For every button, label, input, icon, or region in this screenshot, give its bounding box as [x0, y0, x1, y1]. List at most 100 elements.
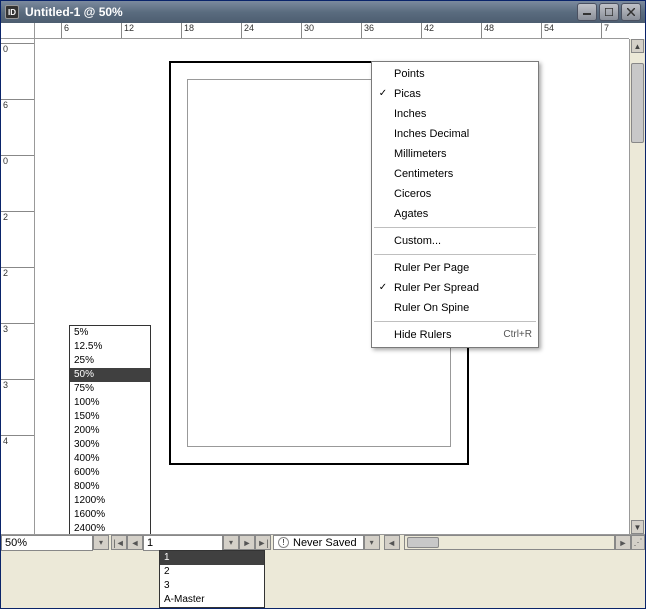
ruler-tick: 36 [361, 23, 374, 39]
horizontal-scroll-thumb[interactable] [407, 537, 439, 548]
scroll-up-arrow-icon[interactable]: ▲ [631, 39, 644, 53]
ruler-tick: 6 [1, 99, 35, 110]
prev-page-button[interactable]: ◄ [127, 535, 143, 550]
menu-item[interactable]: Points [372, 64, 538, 84]
ruler-tick: 3 [1, 323, 35, 334]
menu-item-label: Inches [390, 104, 532, 124]
maximize-button[interactable] [599, 3, 619, 21]
menu-item-label: Points [390, 64, 532, 84]
zoom-option[interactable]: 600% [70, 466, 150, 480]
ruler-tick: 18 [181, 23, 194, 39]
menu-item-label: Picas [390, 84, 532, 104]
app-icon: ID [5, 5, 19, 19]
menu-item-label: Millimeters [390, 144, 532, 164]
menu-item[interactable]: Agates [372, 204, 538, 224]
ruler-tick: 54 [541, 23, 554, 39]
page-option[interactable]: 3 [160, 579, 264, 593]
resize-grip-icon[interactable]: ⋰ [631, 535, 645, 550]
workspace: 612182430364248547 06022334 5%12.5%25%50… [1, 23, 645, 534]
menu-item-label: Ruler On Spine [390, 298, 532, 318]
menu-item[interactable]: Inches [372, 104, 538, 124]
zoom-option[interactable]: 300% [70, 438, 150, 452]
zoom-option[interactable]: 150% [70, 410, 150, 424]
vertical-ruler[interactable]: 0 6 0 2 2 3 3 4 [1, 39, 35, 534]
first-page-button[interactable]: |◄ [111, 535, 127, 550]
ruler-tick: 2 [1, 267, 35, 278]
menu-item-label: Inches Decimal [390, 124, 532, 144]
menu-item[interactable]: Inches Decimal [372, 124, 538, 144]
zoom-option[interactable]: 75% [70, 382, 150, 396]
zoom-level-dropdown[interactable]: 5%12.5%25%50%75%100%150%200%300%400%600%… [69, 325, 151, 534]
ruler-tick: 2 [1, 211, 35, 222]
ruler-tick: 3 [1, 379, 35, 390]
menu-item[interactable]: Ruler Per Page [372, 258, 538, 278]
zoom-option[interactable]: 50% [70, 368, 150, 382]
scroll-down-arrow-icon[interactable]: ▼ [631, 520, 644, 534]
menu-item-label: Ciceros [390, 184, 532, 204]
ruler-tick: 48 [481, 23, 494, 39]
zoom-option[interactable]: 12.5% [70, 340, 150, 354]
warning-icon: ! [278, 537, 289, 548]
menu-shortcut: Ctrl+R [503, 325, 532, 345]
menu-item-label: Ruler Per Spread [390, 278, 532, 298]
page-dropdown-button[interactable]: ▾ [223, 535, 239, 550]
zoom-dropdown-button[interactable]: ▾ [93, 535, 109, 550]
menu-item-label: Agates [390, 204, 532, 224]
save-status-label: Never Saved [293, 537, 357, 549]
minimize-button[interactable] [577, 3, 597, 21]
ruler-tick: 12 [121, 23, 134, 39]
page-option[interactable]: 1 [160, 551, 264, 565]
menu-item[interactable]: Millimeters [372, 144, 538, 164]
canvas-area[interactable]: 5%12.5%25%50%75%100%150%200%300%400%600%… [35, 39, 629, 534]
zoom-option[interactable]: 5% [70, 326, 150, 340]
hscroll-left-arrow-icon[interactable]: ◄ [384, 535, 400, 550]
zoom-option[interactable]: 200% [70, 424, 150, 438]
page-option[interactable]: A-Master [160, 593, 264, 607]
titlebar[interactable]: ID Untitled-1 @ 50% [1, 1, 645, 23]
zoom-option[interactable]: 400% [70, 452, 150, 466]
menu-separator [374, 254, 536, 255]
zoom-option[interactable]: 800% [70, 480, 150, 494]
menu-item[interactable]: Hide RulersCtrl+R [372, 325, 538, 345]
menu-item[interactable]: ✓Ruler Per Spread [372, 278, 538, 298]
ruler-context-menu[interactable]: Points✓PicasInchesInches DecimalMillimet… [371, 61, 539, 348]
zoom-field[interactable]: 50% [1, 535, 93, 551]
menu-item-label: Custom... [390, 231, 532, 251]
horizontal-scrollbar[interactable] [404, 535, 615, 550]
vertical-scrollbar[interactable]: ▲ ▼ [629, 39, 645, 534]
menu-item[interactable]: ✓Picas [372, 84, 538, 104]
menu-item[interactable]: Custom... [372, 231, 538, 251]
zoom-option[interactable]: 100% [70, 396, 150, 410]
page-field[interactable]: 1 [143, 535, 223, 551]
zoom-option[interactable]: 2400% [70, 522, 150, 534]
ruler-origin[interactable] [1, 23, 35, 39]
menu-item-label: Hide Rulers [390, 325, 503, 345]
app-window: ID Untitled-1 @ 50% 612182430364248547 0… [0, 0, 646, 609]
hscroll-right-arrow-icon[interactable]: ► [615, 535, 631, 550]
menu-separator [374, 321, 536, 322]
ruler-tick: 7 [601, 23, 609, 39]
save-status: ! Never Saved [273, 535, 364, 550]
status-bar: 50% ▾ |◄ ◄ 1 ▾ ► ►| ! Never Saved ▾ ◄ ► … [1, 534, 645, 550]
vertical-scroll-thumb[interactable] [631, 63, 644, 143]
menu-item[interactable]: Ciceros [372, 184, 538, 204]
ruler-tick: 30 [301, 23, 314, 39]
page-select-dropdown[interactable]: 123A-Master [159, 550, 265, 608]
last-page-button[interactable]: ►| [255, 535, 271, 550]
page-option[interactable]: 2 [160, 565, 264, 579]
next-page-button[interactable]: ► [239, 535, 255, 550]
menu-item[interactable]: Ruler On Spine [372, 298, 538, 318]
window-title: Untitled-1 @ 50% [25, 5, 577, 19]
ruler-tick: 0 [1, 43, 35, 54]
ruler-tick: 4 [1, 435, 35, 446]
zoom-option[interactable]: 25% [70, 354, 150, 368]
ruler-tick: 0 [1, 155, 35, 166]
zoom-option[interactable]: 1200% [70, 494, 150, 508]
menu-item[interactable]: Centimeters [372, 164, 538, 184]
ruler-tick: 42 [421, 23, 434, 39]
close-button[interactable] [621, 3, 641, 21]
menu-item-label: Centimeters [390, 164, 532, 184]
zoom-option[interactable]: 1600% [70, 508, 150, 522]
horizontal-ruler[interactable]: 612182430364248547 [35, 23, 629, 39]
status-dropdown-button[interactable]: ▾ [364, 535, 380, 550]
